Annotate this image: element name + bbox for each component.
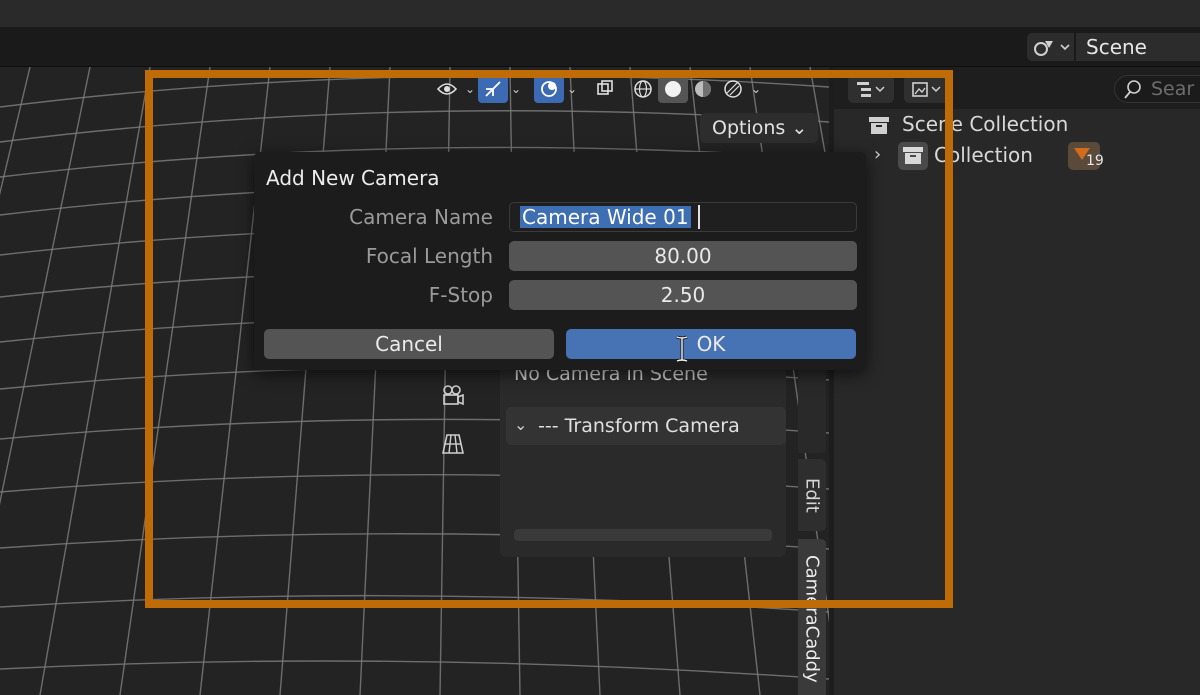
search-icon bbox=[1124, 80, 1141, 99]
search-placeholder: Sear bbox=[1151, 78, 1195, 100]
top-menu-bar bbox=[0, 0, 1200, 27]
scene-name-field[interactable]: Scene bbox=[1076, 33, 1200, 61]
highlight-frame bbox=[145, 70, 953, 608]
scene-icon bbox=[1034, 41, 1070, 56]
scene-type-dropdown[interactable] bbox=[1027, 33, 1074, 61]
workspace-header bbox=[0, 27, 1200, 67]
outliner-search-input[interactable]: Sear bbox=[1114, 75, 1200, 103]
object-count-badge: 19 bbox=[1086, 153, 1104, 169]
